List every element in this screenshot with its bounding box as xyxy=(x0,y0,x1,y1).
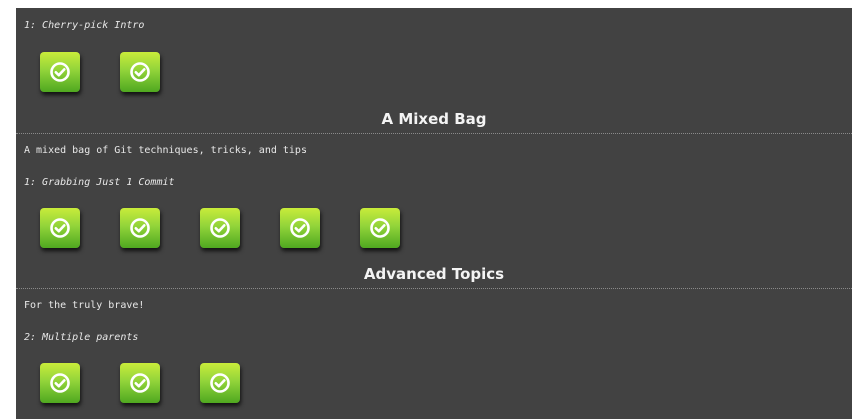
level-button[interactable] xyxy=(200,363,240,403)
sequence-title-multiple-parents: 2: Multiple parents xyxy=(24,332,139,343)
check-circle-icon xyxy=(50,218,70,238)
check-circle-icon xyxy=(130,373,150,393)
check-circle-icon xyxy=(370,218,390,238)
level-button[interactable] xyxy=(200,208,240,248)
level-button[interactable] xyxy=(120,363,160,403)
level-button[interactable] xyxy=(40,52,80,92)
check-circle-icon xyxy=(210,218,230,238)
sequence-title-cherry-pick-intro: 1: Cherry-pick Intro xyxy=(24,20,145,31)
section-description-mixed-bag: A mixed bag of Git techniques, tricks, a… xyxy=(24,145,307,156)
level-selection-panel: 1: Cherry-pick Intro A Mixed Bag A mixed… xyxy=(16,8,852,419)
section-description-advanced-topics: For the truly brave! xyxy=(24,300,145,311)
level-button[interactable] xyxy=(120,208,160,248)
check-circle-icon xyxy=(130,218,150,238)
level-button[interactable] xyxy=(360,208,400,248)
check-circle-icon xyxy=(50,373,70,393)
check-circle-icon xyxy=(50,62,70,82)
level-button[interactable] xyxy=(40,208,80,248)
check-circle-icon xyxy=(290,218,310,238)
check-circle-icon xyxy=(210,373,230,393)
level-button[interactable] xyxy=(120,52,160,92)
section-title-advanced-topics: Advanced Topics xyxy=(16,263,852,289)
level-button[interactable] xyxy=(280,208,320,248)
section-title-mixed-bag: A Mixed Bag xyxy=(16,108,852,134)
sequence-title-grabbing-just-1-commit: 1: Grabbing Just 1 Commit xyxy=(24,177,175,188)
check-circle-icon xyxy=(130,62,150,82)
level-button[interactable] xyxy=(40,363,80,403)
